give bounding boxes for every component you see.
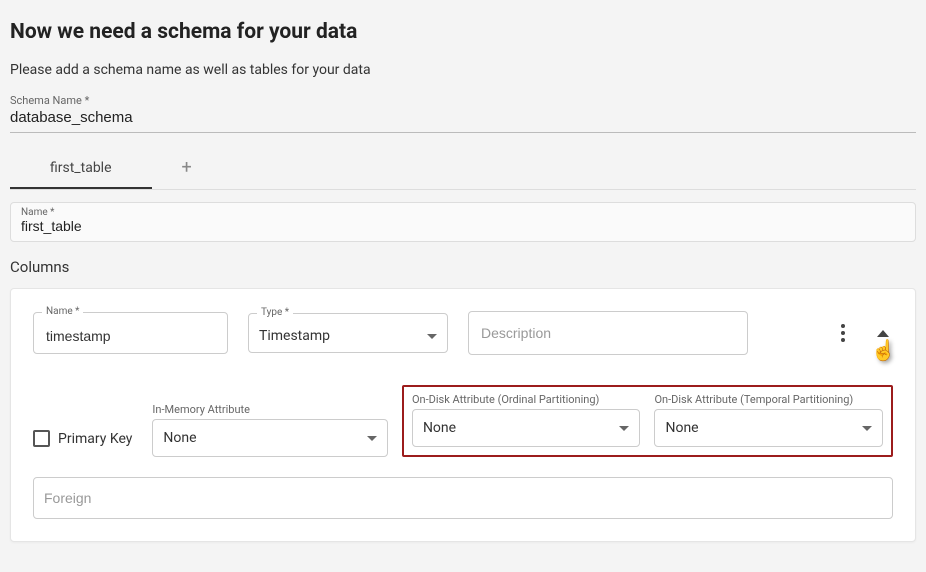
ondisk-temporal-label: On-Disk Attribute (Temporal Partitioning… bbox=[654, 393, 883, 406]
column-name-field[interactable]: Name * bbox=[33, 312, 228, 354]
chevron-down-icon bbox=[367, 436, 377, 441]
column-card: Name * Type * Timestamp ☝ bbox=[10, 288, 916, 542]
ondisk-temporal-value: None bbox=[665, 420, 698, 436]
page-subtitle: Please add a schema name as well as tabl… bbox=[10, 62, 916, 78]
column-menu-button[interactable] bbox=[837, 320, 849, 346]
table-name-label: Name * bbox=[21, 207, 905, 218]
chevron-down-icon bbox=[862, 426, 872, 431]
column-type-label: Type * bbox=[257, 307, 293, 318]
table-name-input[interactable] bbox=[21, 218, 905, 234]
column-desc-field[interactable] bbox=[468, 311, 748, 355]
pointer-cursor-icon: ☝ bbox=[871, 338, 896, 362]
add-tab-button[interactable]: + bbox=[152, 147, 222, 189]
column-name-label: Name * bbox=[42, 306, 83, 317]
primary-key-checkbox[interactable] bbox=[33, 430, 50, 447]
ondisk-ordinal-value: None bbox=[423, 420, 456, 436]
inmemory-attr-label: In-Memory Attribute bbox=[152, 403, 388, 416]
schema-name-label: Schema Name * bbox=[10, 94, 916, 107]
ondisk-ordinal-select[interactable]: None bbox=[412, 409, 641, 447]
tab-first-table[interactable]: first_table bbox=[10, 148, 152, 188]
column-name-input[interactable] bbox=[44, 327, 217, 345]
foreign-input[interactable] bbox=[33, 477, 893, 519]
inmemory-attr-value: None bbox=[163, 430, 196, 446]
ondisk-ordinal-label: On-Disk Attribute (Ordinal Partitioning) bbox=[412, 393, 641, 406]
chevron-down-icon bbox=[427, 334, 437, 339]
ondisk-highlight: On-Disk Attribute (Ordinal Partitioning)… bbox=[402, 385, 893, 457]
column-desc-input[interactable] bbox=[479, 324, 737, 342]
primary-key-label: Primary Key bbox=[58, 431, 132, 447]
kebab-icon bbox=[841, 324, 845, 328]
column-type-select[interactable]: Type * Timestamp bbox=[248, 313, 448, 353]
column-type-value: Timestamp bbox=[259, 328, 419, 344]
chevron-up-icon bbox=[877, 330, 889, 337]
plus-icon: + bbox=[182, 157, 192, 178]
collapse-button[interactable]: ☝ bbox=[873, 326, 893, 341]
columns-heading: Columns bbox=[10, 258, 916, 276]
inmemory-attr-select[interactable]: None bbox=[152, 419, 388, 457]
tabs-bar: first_table + bbox=[10, 147, 916, 190]
ondisk-temporal-select[interactable]: None bbox=[654, 409, 883, 447]
page-title: Now we need a schema for your data bbox=[10, 20, 916, 44]
schema-name-input[interactable] bbox=[10, 107, 916, 133]
chevron-down-icon bbox=[619, 426, 629, 431]
